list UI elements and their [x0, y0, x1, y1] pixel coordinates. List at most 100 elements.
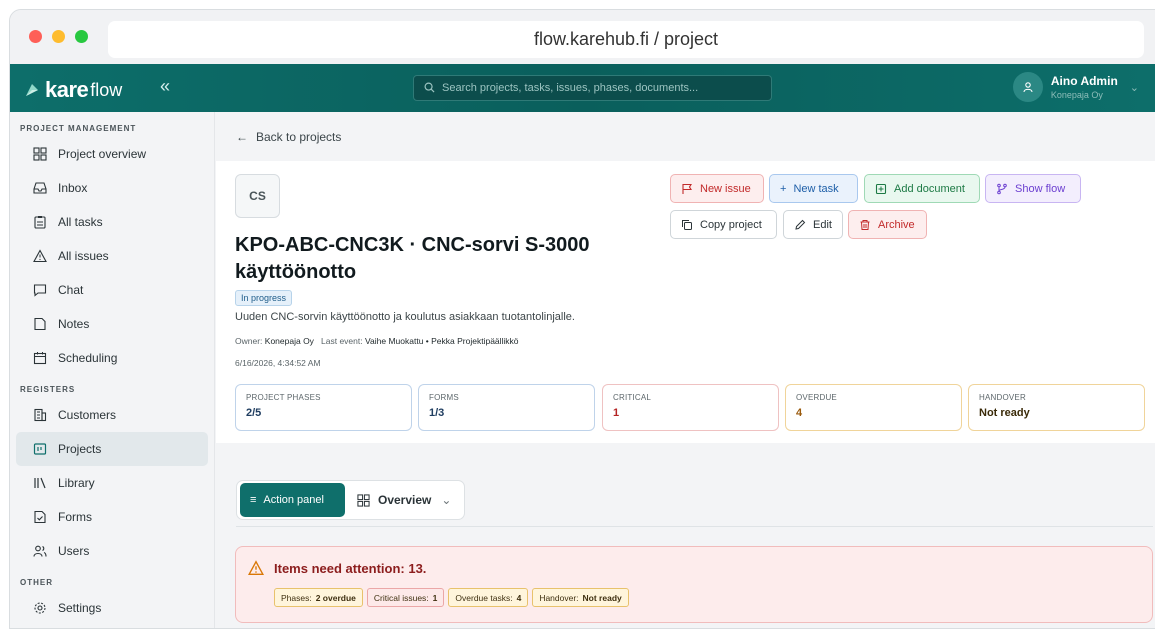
user-organization: Konepaja Oy	[1050, 90, 1103, 100]
library-icon	[32, 475, 48, 491]
last-event-label: Last event:	[321, 336, 363, 346]
minimize-window-button[interactable]	[52, 30, 65, 43]
sidebar-item-label: Library	[58, 476, 95, 490]
close-window-button[interactable]	[29, 30, 42, 43]
sidebar-item-label: Project overview	[58, 147, 147, 161]
owner-label: Owner:	[235, 336, 263, 346]
sidebar-item-label: Users	[58, 544, 90, 558]
copy-project-button[interactable]: Copy project	[670, 210, 777, 239]
chip-label: Critical issues:	[373, 592, 429, 603]
edit-label: Edit	[813, 218, 832, 231]
view-tabs: ≡ Action panel Overview ⌄	[236, 480, 465, 520]
project-initials-badge: CS	[235, 174, 280, 218]
sidebar-item-customers[interactable]: Customers	[16, 398, 208, 432]
chip-value: 4	[516, 592, 522, 603]
project-meta: Owner: Konepaja Oy Last event: Vaihe Muo…	[235, 336, 519, 346]
branch-icon	[996, 183, 1008, 195]
sidebar-item-label: Settings	[58, 601, 102, 615]
project-header: CS KPO-ABC-CNC3K · CNC-sorvi S-3000 käyt…	[216, 161, 1155, 443]
logo-wordmark: kare	[45, 77, 89, 102]
sidebar-item-label: Customers	[58, 408, 117, 422]
chip-critical-issues[interactable]: Critical issues: 1	[366, 588, 445, 607]
logo-leaf-icon	[26, 84, 38, 96]
status-badge: In progress	[235, 290, 293, 306]
last-event-timestamp: 6/16/2026, 4:34:52 AM	[235, 358, 321, 368]
user-menu[interactable]: Aino Admin Konepaja Oy ⌄	[1012, 72, 1139, 102]
sidebar-item-inbox[interactable]: Inbox	[16, 171, 208, 205]
tab-overview-dropdown[interactable]: Overview ⌄	[345, 483, 451, 517]
sidebar-item-label: Chat	[58, 283, 84, 297]
stat-value: 1/3	[429, 407, 445, 419]
user-icon	[1023, 82, 1033, 93]
chevron-down-icon: ⌄	[1129, 81, 1139, 94]
users-icon	[32, 543, 48, 559]
chip-phases[interactable]: Phases: 2 overdue	[274, 588, 363, 607]
stat-value: 1	[613, 407, 620, 419]
tab-action-panel[interactable]: ≡ Action panel	[240, 483, 345, 517]
avatar	[1012, 72, 1043, 102]
sidebar-item-chat[interactable]: Chat	[16, 273, 208, 307]
note-icon	[32, 316, 48, 332]
sidebar-item-library[interactable]: Library	[16, 466, 208, 500]
trash-icon	[859, 219, 871, 231]
attention-alert: Items need attention: 13. Phases: 2 overd…	[235, 546, 1153, 623]
chip-value: 1	[432, 592, 438, 603]
sidebar-item-all-issues[interactable]: All issues	[16, 239, 208, 273]
warning-icon	[247, 560, 265, 581]
browser-window: flow.karehub.fi / project kare flow « Se…	[9, 9, 1155, 629]
archive-button[interactable]: Archive	[848, 210, 927, 239]
sidebar-item-scheduling[interactable]: Scheduling	[16, 341, 208, 375]
sidebar-item-label: Projects	[58, 442, 102, 456]
gear-icon	[32, 600, 48, 616]
add-document-label: Add document	[894, 182, 965, 195]
chip-overdue-tasks[interactable]: Overdue tasks: 4	[448, 588, 529, 607]
chevron-down-icon: ⌄	[441, 493, 452, 507]
collapse-sidebar-button[interactable]: «	[160, 76, 170, 97]
building-icon	[32, 407, 48, 423]
sidebar-section-registers: REGISTERS	[20, 385, 76, 394]
new-issue-button[interactable]: New issue	[670, 174, 764, 203]
chip-label: Handover:	[539, 592, 579, 603]
sidebar-item-users[interactable]: Users	[16, 534, 208, 568]
archive-label: Archive	[878, 218, 915, 231]
menu-icon: ≡	[250, 494, 257, 506]
maximize-window-button[interactable]	[75, 30, 88, 43]
last-event-value: Vaihe Muokattu • Pekka Projektipäällikkö	[365, 336, 519, 346]
top-navigation: kare flow « Search projects, tasks, issu…	[10, 64, 1155, 112]
global-search-input[interactable]: Search projects, tasks, issues, phases, …	[413, 75, 772, 101]
app-logo[interactable]: kare flow	[23, 77, 122, 103]
divider	[236, 526, 1153, 527]
pencil-icon	[794, 219, 806, 231]
address-bar[interactable]: flow.karehub.fi / project	[108, 21, 1144, 58]
sidebar-item-settings[interactable]: Settings	[16, 591, 208, 625]
tab-overview-label: Overview	[378, 493, 432, 507]
show-flow-label: Show flow	[1015, 182, 1066, 195]
stat-overdue: OVERDUE 4	[785, 384, 962, 431]
sidebar-item-notes[interactable]: Notes	[16, 307, 208, 341]
form-icon	[32, 509, 48, 525]
sidebar: PROJECT MANAGEMENT Project overview Inbo…	[10, 112, 215, 628]
alert-chips: Phases: 2 overdue Critical issues: 1 Overd…	[274, 588, 629, 607]
search-icon	[424, 82, 435, 93]
add-document-button[interactable]: Add document	[864, 174, 980, 203]
chip-label: Overdue tasks:	[455, 592, 513, 603]
stat-forms: FORMS 1/3	[418, 384, 595, 431]
new-issue-label: New issue	[700, 182, 751, 195]
sidebar-item-all-tasks[interactable]: All tasks	[16, 205, 208, 239]
copy-project-label: Copy project	[700, 218, 762, 231]
sidebar-item-label: Notes	[58, 317, 90, 331]
show-flow-button[interactable]: Show flow	[985, 174, 1081, 203]
stat-handover: HANDOVER Not ready	[968, 384, 1145, 431]
stat-label: PROJECT PHASES	[246, 393, 321, 402]
back-to-projects-link[interactable]: ← Back to projects	[216, 112, 1155, 161]
owner-value: Konepaja Oy	[264, 336, 314, 346]
sidebar-item-forms[interactable]: Forms	[16, 500, 208, 534]
user-name: Aino Admin	[1050, 74, 1118, 88]
new-task-button[interactable]: + New task	[769, 174, 858, 203]
edit-button[interactable]: Edit	[783, 210, 843, 239]
sidebar-item-projects[interactable]: Projects	[16, 432, 208, 466]
sidebar-section-project-management: PROJECT MANAGEMENT	[20, 124, 137, 133]
chip-handover[interactable]: Handover: Not ready	[532, 588, 629, 607]
arrow-left-icon: ←	[236, 129, 248, 144]
sidebar-item-project-overview[interactable]: Project overview	[16, 137, 208, 171]
